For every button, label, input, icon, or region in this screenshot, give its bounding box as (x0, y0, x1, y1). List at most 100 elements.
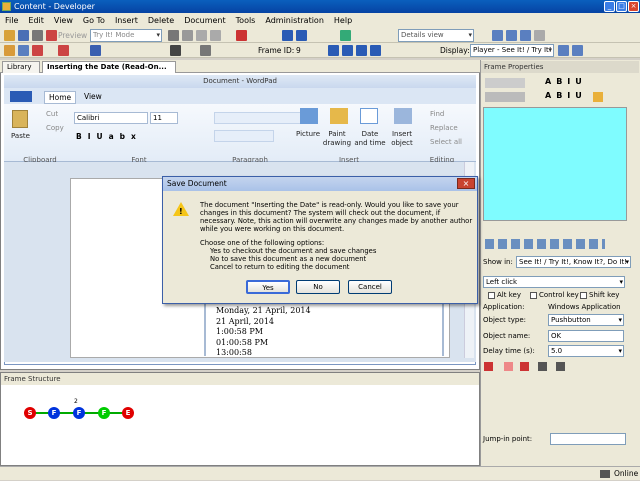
structure-node-frame[interactable]: F (48, 407, 60, 419)
paint-drawing-button[interactable]: Paint drawing (322, 130, 352, 148)
last-frame-icon[interactable] (370, 45, 381, 56)
find-icon[interactable] (196, 30, 207, 41)
menu-edit[interactable]: Edit (23, 13, 49, 28)
action-icon[interactable] (556, 362, 565, 371)
new-icon[interactable] (4, 30, 15, 41)
format-buttons[interactable]: BIUabx (76, 132, 142, 141)
record-icon[interactable] (32, 45, 43, 56)
maximize-button[interactable]: □ (616, 1, 627, 12)
close-button[interactable]: × (628, 1, 639, 12)
checkin-icon[interactable] (340, 30, 351, 41)
layout3-icon[interactable] (520, 30, 531, 41)
structure-node-frame-active[interactable]: F (98, 407, 110, 419)
bubble-text-area[interactable] (483, 107, 627, 221)
next-frame-icon[interactable] (356, 45, 367, 56)
save-icon[interactable] (18, 30, 29, 41)
bubble-toolbar[interactable] (483, 237, 633, 251)
display-option2-icon[interactable] (572, 45, 583, 56)
action-icon[interactable] (520, 362, 529, 371)
edit-icon[interactable] (18, 45, 29, 56)
open-icon[interactable] (4, 45, 15, 56)
menu-document[interactable]: Document (179, 13, 230, 28)
shape-icon[interactable] (58, 45, 69, 56)
display-select[interactable]: Player - See It! / Try It! (470, 44, 554, 57)
structure-node-frame[interactable]: F (73, 407, 85, 419)
layout-icon[interactable] (492, 30, 503, 41)
picture-button[interactable]: Picture (296, 130, 320, 138)
control-key-checkbox[interactable]: Control key (530, 289, 579, 301)
ribbon-tab-home[interactable]: Home (44, 91, 77, 104)
action-icons[interactable] (484, 362, 574, 372)
shift-key-checkbox[interactable]: Shift key (580, 289, 619, 301)
view-select[interactable]: Details view (398, 29, 474, 42)
cut-icon[interactable] (46, 30, 57, 41)
copy-icon[interactable] (168, 30, 179, 41)
frame-icon[interactable] (170, 45, 181, 56)
action-select[interactable]: Left click (483, 276, 625, 288)
list-buttons[interactable] (214, 112, 304, 124)
menu-tools[interactable]: Tools (231, 13, 261, 28)
menu-insert[interactable]: Insert (110, 13, 143, 28)
date-and-time-button[interactable]: Date and time (354, 130, 386, 148)
action-icon[interactable] (504, 362, 513, 371)
layout2-icon[interactable] (506, 30, 517, 41)
frame-id-label: Frame ID: (258, 46, 295, 55)
structure-node-start[interactable]: S (24, 407, 36, 419)
redo-icon[interactable] (296, 30, 307, 41)
properties-toolbar[interactable]: ABIU ABIU (483, 76, 633, 104)
ribbon-tab-view[interactable]: View (84, 92, 102, 101)
paste-button[interactable]: Paste (11, 132, 30, 140)
menu-help[interactable]: Help (329, 13, 357, 28)
app-menu-button[interactable] (10, 91, 32, 102)
delete-icon[interactable] (236, 30, 247, 41)
select-all-button[interactable]: Select all (430, 138, 462, 146)
menu-administration[interactable]: Administration (260, 13, 329, 28)
tab-library[interactable]: Library (2, 61, 40, 73)
replace-button[interactable]: Replace (430, 124, 458, 132)
first-frame-icon[interactable] (328, 45, 339, 56)
action-icon[interactable] (538, 362, 547, 371)
cut-button[interactable]: Cut (46, 110, 58, 118)
delay-time-input[interactable]: 5.0 (548, 345, 624, 357)
mode-select[interactable]: Try It! Mode (90, 29, 162, 42)
bold-italic-buttons[interactable]: ABIU (545, 77, 587, 86)
options-icon[interactable] (534, 30, 545, 41)
structure-node-end[interactable]: E (122, 407, 134, 419)
tab-inserting-the-date[interactable]: Inserting the Date (Read-On... (42, 61, 176, 73)
highlight-icon[interactable] (593, 92, 603, 102)
jump-in-input[interactable] (550, 433, 626, 445)
object-name-input[interactable]: OK (548, 330, 624, 342)
insert-object-button[interactable]: Insert object (388, 130, 416, 148)
bubble-tool-icons[interactable] (485, 239, 605, 249)
font-size-select[interactable]: 11 (150, 112, 178, 124)
display-option-icon[interactable] (558, 45, 569, 56)
action-icon[interactable] (484, 362, 493, 371)
print-icon[interactable] (32, 30, 43, 41)
paste-icon[interactable] (182, 30, 193, 41)
copy-button[interactable]: Copy (46, 124, 64, 132)
prev-frame-icon[interactable] (342, 45, 353, 56)
menu-delete[interactable]: Delete (143, 13, 179, 28)
find-button[interactable]: Find (430, 110, 444, 118)
cancel-button[interactable]: Cancel (348, 280, 392, 294)
object-type-select[interactable]: Pushbutton (548, 314, 624, 326)
font-style-buttons[interactable] (485, 78, 525, 88)
alt-key-checkbox[interactable]: Alt key (488, 289, 521, 301)
zoom-icon[interactable] (200, 45, 211, 56)
format-buttons-2[interactable]: ABIU (545, 91, 587, 100)
menu-goto[interactable]: Go To (78, 13, 110, 28)
align-buttons[interactable] (485, 92, 525, 102)
undo-icon[interactable] (282, 30, 293, 41)
replace-icon[interactable] (210, 30, 221, 41)
minimize-button[interactable]: _ (604, 1, 615, 12)
font-family-select[interactable]: Calibri (74, 112, 148, 124)
yes-button[interactable]: Yes (246, 280, 290, 294)
show-in-select[interactable]: See It! / Try It!, Know It?, Do It! (516, 256, 631, 268)
menu-view[interactable]: View (49, 13, 78, 28)
dialog-close-button[interactable]: × (457, 178, 475, 189)
preview-button[interactable]: Preview (58, 29, 87, 42)
no-button[interactable]: No (296, 280, 340, 294)
menu-file[interactable]: File (0, 13, 23, 28)
alignment-buttons[interactable] (214, 130, 274, 142)
tools-icon[interactable] (90, 45, 101, 56)
